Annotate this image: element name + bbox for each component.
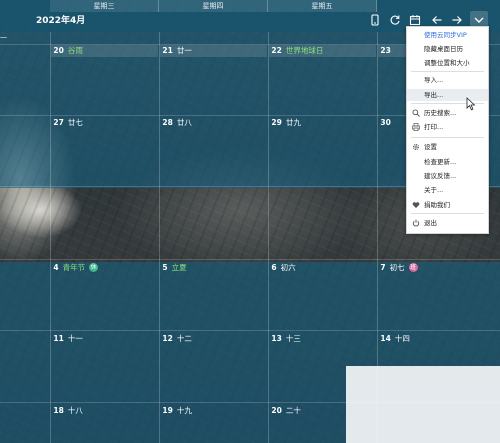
- day-cell[interactable]: 12 十二: [160, 333, 267, 345]
- today-button[interactable]: [408, 13, 422, 27]
- day-cell[interactable]: 14 十四: [378, 333, 488, 345]
- day-number: 18: [53, 406, 64, 415]
- menu-item-cloud-sync-vip[interactable]: 使用云同步VIP: [407, 29, 488, 41]
- day-cell[interactable]: 6 初六: [269, 262, 376, 274]
- workday-badge: 班: [408, 262, 418, 272]
- menu-item-feedback[interactable]: 建议反馈...: [407, 170, 488, 182]
- lunar-label: 十二: [176, 334, 192, 343]
- day-number: 7: [380, 263, 386, 272]
- day-cell[interactable]: 30: [378, 117, 406, 129]
- day-cell[interactable]: 20 二十: [269, 405, 345, 417]
- day-number: 20: [53, 46, 64, 55]
- refresh-button[interactable]: [388, 13, 402, 27]
- search-icon: [412, 109, 420, 117]
- menu-separator: [411, 213, 484, 214]
- lunar-label: 廿七: [67, 118, 83, 127]
- day-number: 21: [162, 46, 173, 55]
- app-menu: 使用云同步VIP 隐藏桌面日历 调整位置和大小 导入... 导出... 历史搜索…: [406, 26, 489, 234]
- lunar-label: 廿八: [176, 118, 192, 127]
- lunar-label: 谷雨: [67, 46, 83, 55]
- day-number: 27: [53, 118, 64, 127]
- lunar-label: 初七: [389, 263, 405, 272]
- day-number: 13: [271, 334, 282, 343]
- heart-icon: [412, 201, 420, 209]
- day-cell[interactable]: 22 世界地球日: [269, 45, 376, 57]
- lunar-label: 十九: [176, 406, 192, 415]
- day-cell[interactable]: 28 廿八: [160, 117, 267, 129]
- day-cell[interactable]: 23: [378, 45, 406, 57]
- lunar-label: 十三: [285, 334, 301, 343]
- lunar-label: 十一: [67, 334, 83, 343]
- menu-item-print[interactable]: 打印...: [407, 121, 488, 133]
- day-number: 4: [53, 263, 59, 272]
- phone-icon: [369, 11, 381, 30]
- menu-item-donate[interactable]: 捐助我们: [407, 199, 488, 211]
- menu-item-about[interactable]: 关于...: [407, 184, 488, 196]
- menu-item-exit[interactable]: 退出: [407, 217, 488, 229]
- day-cell[interactable]: 5 立夏: [160, 262, 267, 274]
- holiday-rest-badge: 休: [89, 262, 99, 272]
- day-cell[interactable]: 19 十九: [160, 405, 267, 417]
- lunar-label: 初六: [280, 263, 296, 272]
- weekday-thursday: 星期四: [159, 0, 268, 12]
- month-title: 2022年4月: [36, 16, 86, 26]
- day-number: 11: [53, 334, 64, 343]
- mouse-cursor-icon: [466, 96, 476, 111]
- next-month-button[interactable]: [450, 13, 464, 27]
- day-cell[interactable]: 27 廿七: [51, 117, 158, 129]
- day-number: 28: [162, 118, 173, 127]
- weekday-wednesday: 星期三: [50, 0, 159, 12]
- day-number: 14: [380, 334, 391, 343]
- lunar-label: 世界地球日: [285, 46, 324, 55]
- lunar-label: 青年节: [62, 263, 86, 272]
- day-number: 30: [380, 118, 391, 127]
- day-cell[interactable]: 18 十八: [51, 405, 158, 417]
- day-number: 6: [271, 263, 277, 272]
- day-cell[interactable]: 20 谷雨: [51, 45, 158, 57]
- menu-separator: [411, 137, 484, 138]
- print-icon: [412, 123, 420, 131]
- lunar-label: 立夏: [171, 263, 187, 272]
- day-number: 22: [271, 46, 282, 55]
- menu-item-check-update[interactable]: 检查更新...: [407, 156, 488, 168]
- menu-item-import[interactable]: 导入...: [407, 74, 488, 86]
- lunar-label: 十四: [394, 334, 410, 343]
- phone-button[interactable]: [368, 13, 382, 27]
- previous-month-button[interactable]: [430, 13, 444, 27]
- day-cell[interactable]: 11 十一: [51, 333, 158, 345]
- day-cell[interactable]: 4 青年节休: [51, 262, 158, 274]
- menu-item-hide-calendar[interactable]: 隐藏桌面日历: [407, 43, 488, 55]
- lunar-label: 二十: [285, 406, 301, 415]
- grid-divider: [159, 32, 160, 443]
- menu-item-settings[interactable]: 设置: [407, 141, 488, 153]
- lunar-label: 廿一: [176, 46, 192, 55]
- menu-separator: [411, 71, 484, 72]
- gear-icon: [412, 143, 420, 151]
- refresh-icon: [389, 11, 401, 30]
- day-cell[interactable]: 21 廿一: [160, 45, 267, 57]
- day-number: 5: [162, 263, 168, 272]
- day-cell[interactable]: 7 初七班: [378, 262, 488, 274]
- day-number: 23: [380, 46, 391, 55]
- grid-divider: [268, 32, 269, 443]
- lunar-label: 十八: [67, 406, 83, 415]
- day-cell[interactable]: 29 廿九: [269, 117, 376, 129]
- lunar-label: 廿九: [285, 118, 301, 127]
- weekday-edge: 一: [0, 34, 7, 42]
- day-number: 19: [162, 406, 173, 415]
- grid-divider: [0, 330, 500, 331]
- watermark-overlay: [346, 366, 500, 443]
- day-number: 12: [162, 334, 173, 343]
- day-number: 20: [271, 406, 282, 415]
- day-cell[interactable]: 13 十三: [269, 333, 376, 345]
- menu-item-adjust-position[interactable]: 调整位置和大小: [407, 57, 488, 69]
- power-icon: [412, 219, 420, 227]
- day-number: 29: [271, 118, 282, 127]
- grid-divider: [0, 259, 500, 260]
- weekday-friday: 星期五: [268, 0, 377, 12]
- grid-divider: [50, 32, 51, 443]
